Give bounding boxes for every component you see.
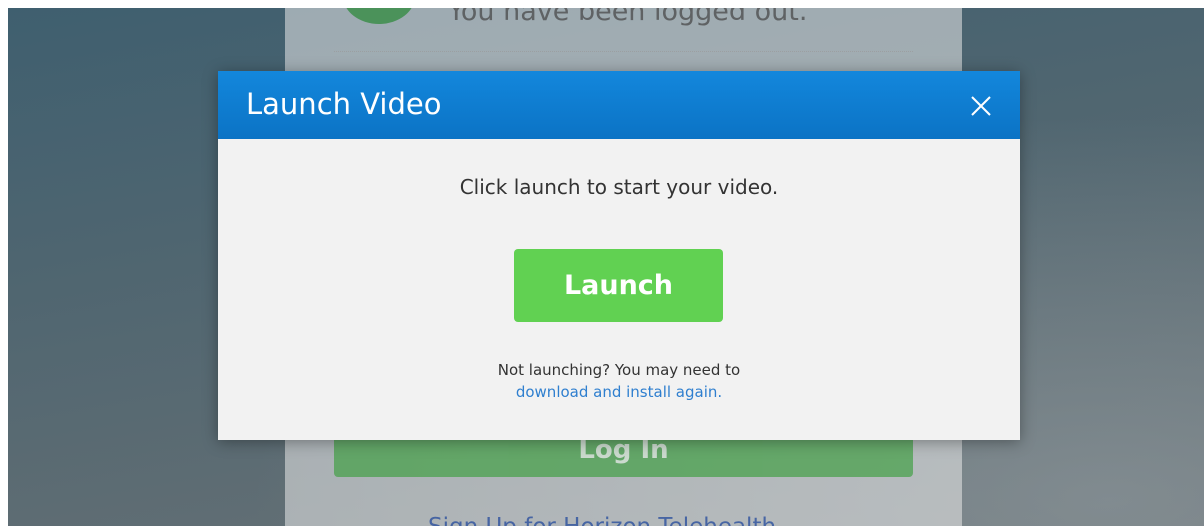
help-message: Not launching? You may need to download … bbox=[218, 359, 1020, 403]
help-text: Not launching? You may need to bbox=[497, 361, 741, 379]
launch-prompt: Click launch to start your video. bbox=[459, 175, 779, 199]
dialog-body: Click launch to start your video. Launch… bbox=[218, 139, 1020, 440]
signup-link[interactable]: Sign Up for Horizon Telehealth bbox=[428, 514, 776, 526]
launch-button[interactable]: Launch bbox=[514, 249, 723, 322]
download-install-link[interactable]: download and install again. bbox=[516, 381, 722, 403]
close-icon[interactable] bbox=[968, 93, 994, 119]
dialog-title: Launch Video bbox=[246, 87, 442, 121]
logout-message: You have been logged out. bbox=[448, 8, 808, 27]
card-divider bbox=[334, 51, 913, 52]
launch-video-dialog: Launch Video Click launch to start your … bbox=[218, 71, 1020, 440]
dialog-header: Launch Video bbox=[218, 71, 1020, 139]
